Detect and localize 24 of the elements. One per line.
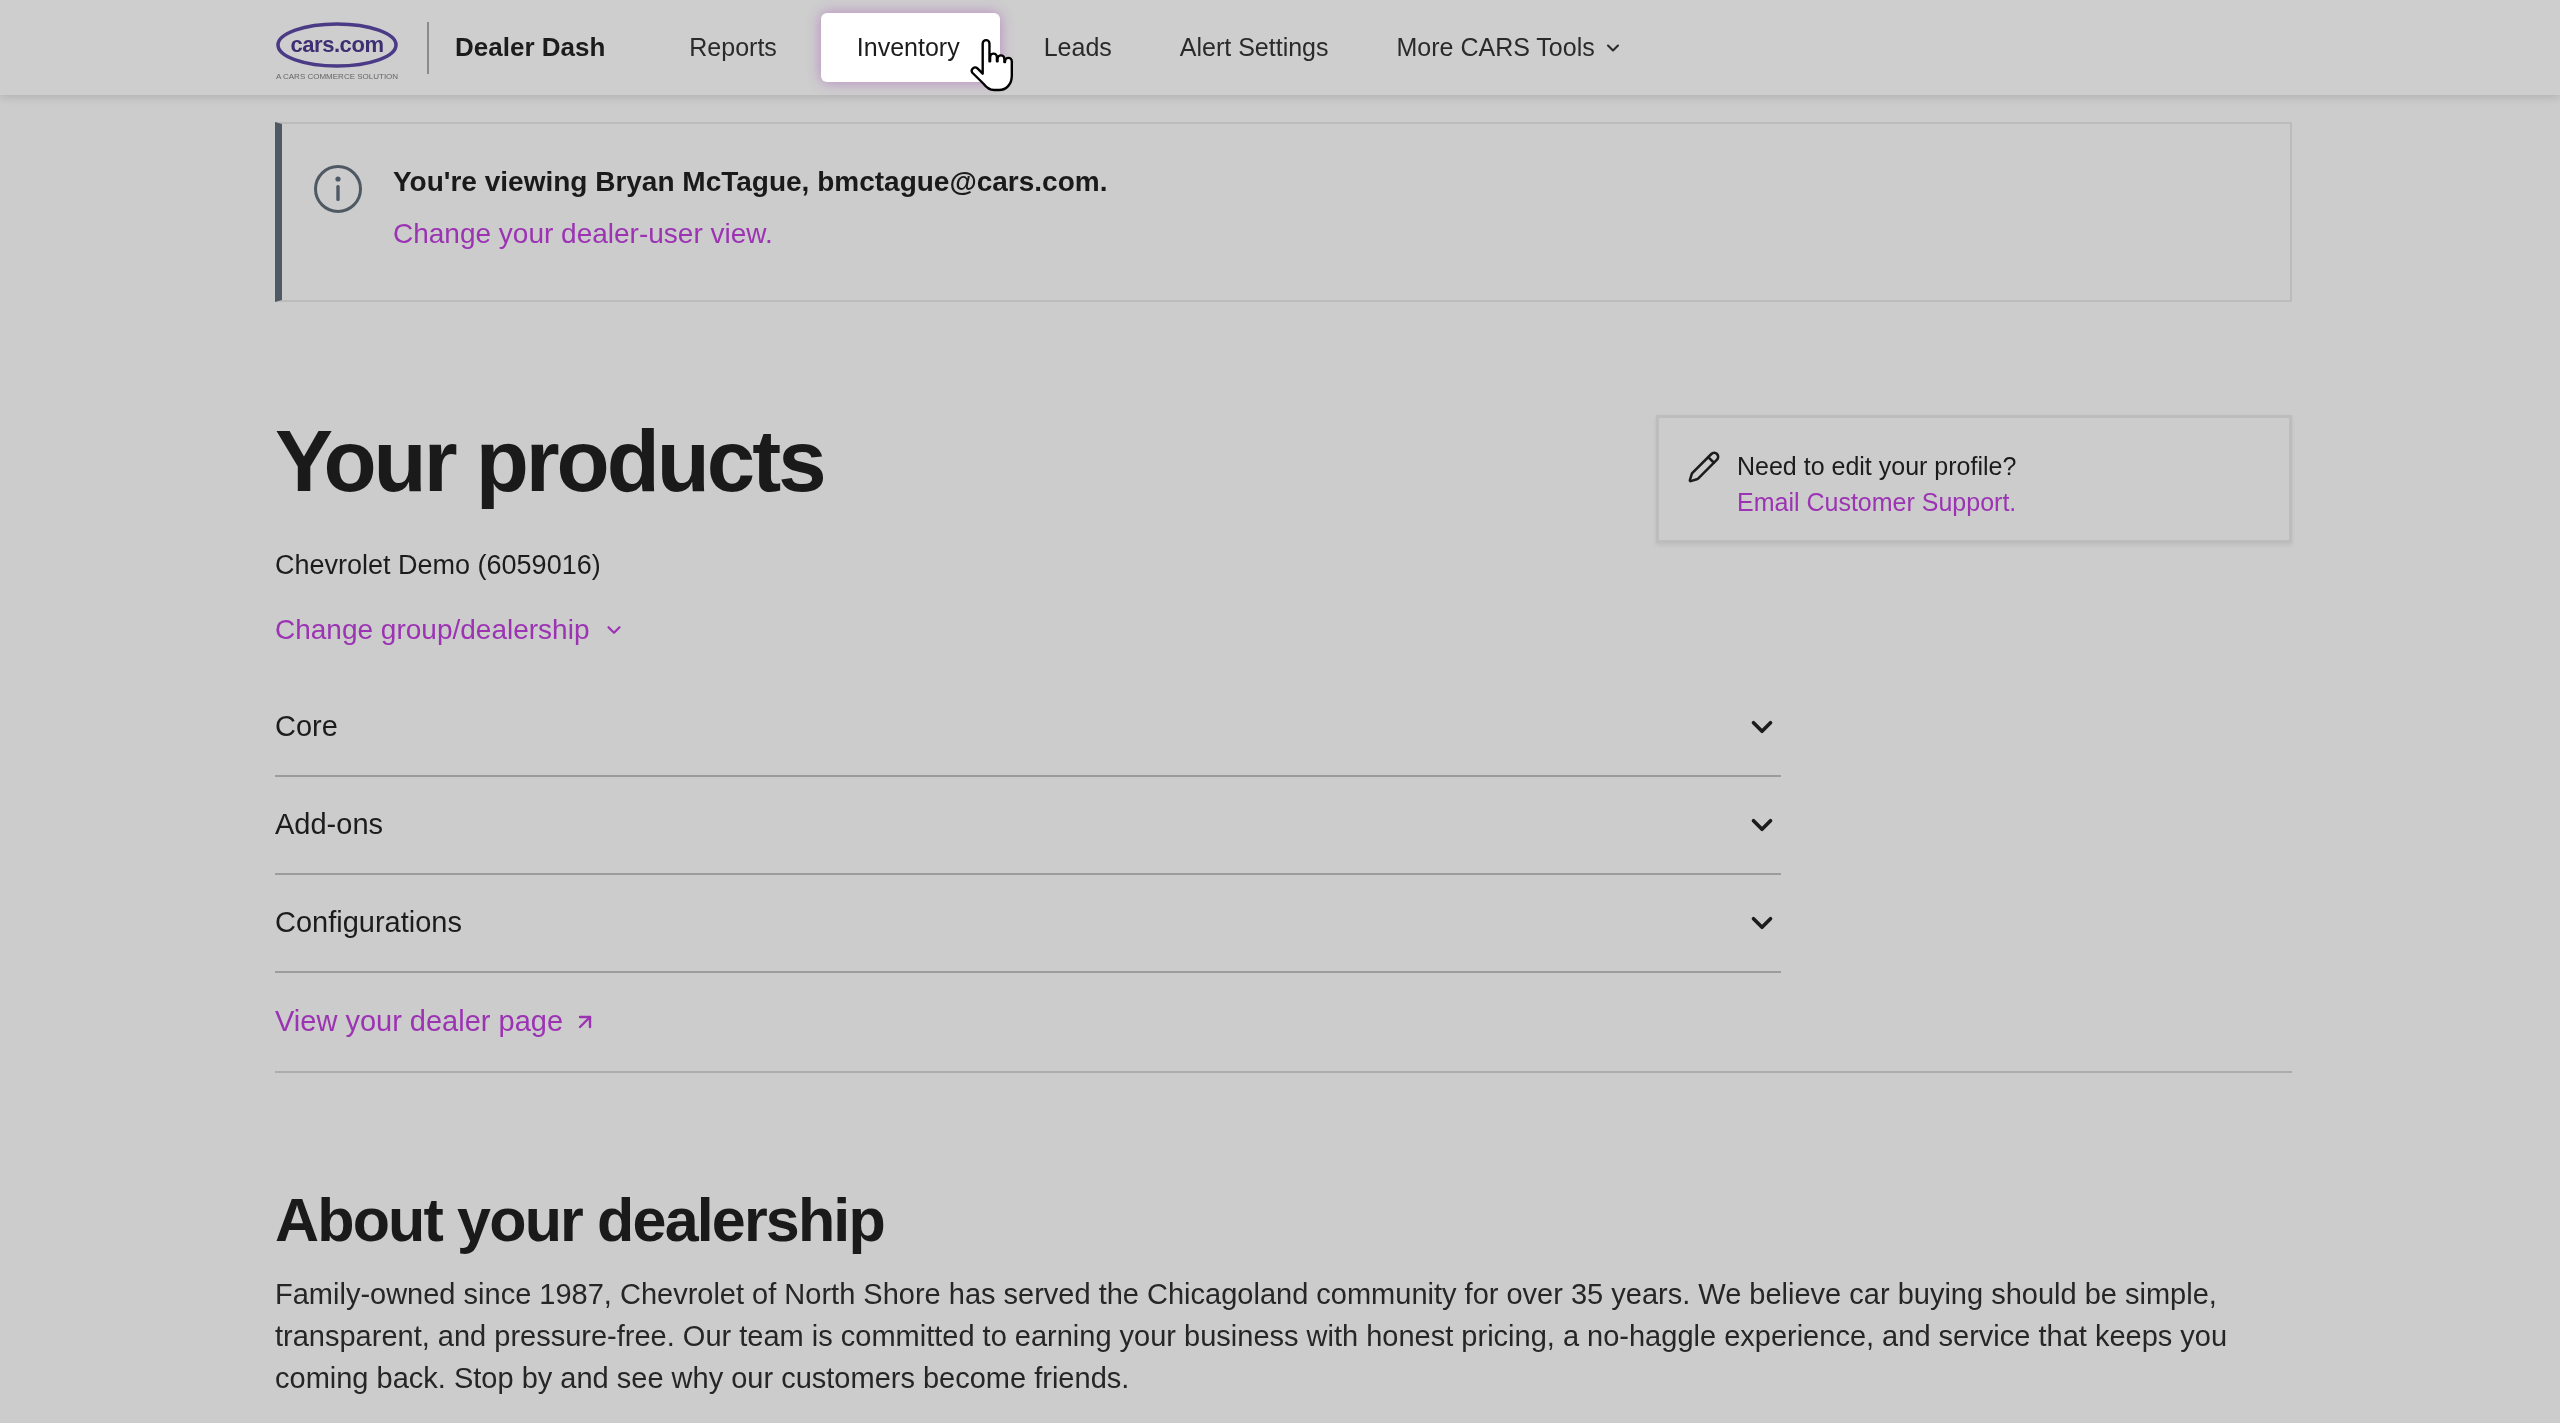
change-view-link[interactable]: Change your dealer-user view. [393,216,1108,252]
accordion-header[interactable]: Core [275,679,1781,777]
about-paragraph: Family-owned since 1987, Chevrolet of North Shore has served the Chicagoland community for over 35 years. We believe car buying should be simple, transparent, and pressure-free. Our team is committed to earning your business with honest pricing, a no-haggle experience, and service that keeps you coming back. Stop by and see why our customers become friends. [275,1277,2229,1396]
nav-dropdown[interactable]: More CARS Tools [1372,13,1647,82]
nav-link[interactable]: Alert Settings [1155,13,1353,82]
section-heading: About your dealership [275,1187,885,1253]
accordion-header[interactable]: Configurations [275,875,1781,973]
change-dealership-link[interactable]: Change group/dealership [275,612,824,648]
logo-tagline: A CARS COMMERCE SOLUTION [275,71,399,82]
accordion-header[interactable]: Add-ons [275,777,1781,875]
logo-wordmark: cars.com [290,31,384,59]
viewing-message: You're viewing Bryan McTague, bmctague@cars.com. [393,165,1108,199]
dealer-page-link[interactable]: View your dealer page [275,1000,598,1044]
app-name: Dealer Dash [455,31,606,64]
info-icon [313,164,363,214]
dealer-name: Chevrolet Demo (6059016) [275,549,602,582]
nav-link[interactable]: Reports [665,13,801,82]
email-support-link[interactable]: Email Customer Support. [1737,488,2017,516]
page-heading: Your products [275,415,824,507]
nav-link[interactable]: Leads [1019,13,1136,82]
hand-cursor-icon [970,38,1014,93]
oval-swoosh-icon [275,19,399,70]
pencil-icon [1687,450,1721,484]
profile-note-text: Need to edit your profile? Email Customer Support. [1737,451,2018,518]
